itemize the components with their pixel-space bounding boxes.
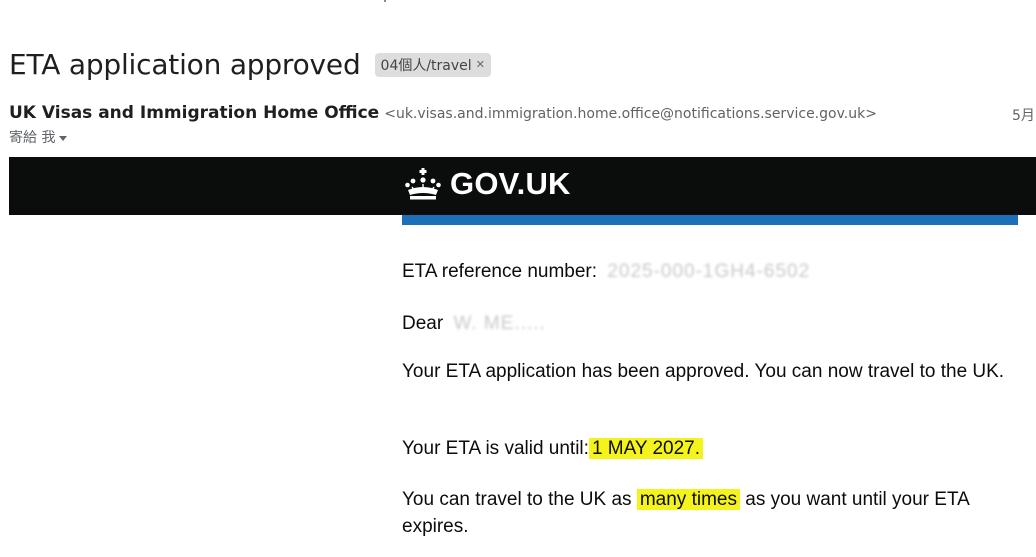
recipient-details-toggle[interactable]: 寄給 我 — [9, 127, 68, 147]
validity-label: Your ETA is valid until: — [402, 438, 589, 459]
chevron-down-icon[interactable] — [59, 135, 68, 141]
greeting-paragraph: Dear W. ME..... — [402, 310, 546, 337]
recipient-name-redacted: W. ME..... — [453, 313, 546, 334]
validity-paragraph: Your ETA is valid until: 1 MAY 2027. — [402, 435, 704, 462]
reference-value-redacted: 2025-000-1GH4-6502 — [607, 261, 811, 282]
sender-row: UK Visas and Immigration Home Office <uk… — [9, 103, 877, 123]
subject-row: ETA application approved 04個人/travel ✕ — [9, 48, 491, 81]
sender-email: <uk.visas.and.immigration.home.office@no… — [384, 106, 877, 122]
reference-label: ETA reference number: — [402, 261, 598, 282]
label-chip[interactable]: 04個人/travel ✕ — [374, 52, 491, 77]
travel-times-pre: You can travel to the UK as — [402, 489, 637, 510]
approved-paragraph: Your ETA application has been approved. … — [402, 361, 1005, 382]
reference-paragraph: ETA reference number: 2025-000-1GH4-6502 — [402, 258, 810, 285]
greeting-text: Dear — [402, 313, 444, 334]
email-subject: ETA application approved — [9, 48, 361, 81]
email-date: 5月 — [1012, 108, 1035, 124]
recipient-text: 寄給 我 — [9, 130, 56, 146]
gov-logo[interactable]: GOV.UK — [404, 166, 571, 202]
sender-name[interactable]: UK Visas and Immigration Home Office — [9, 103, 379, 123]
travel-times-paragraph: You can travel to the UK as many times a… — [402, 486, 1012, 540]
remove-label-icon[interactable]: ✕ — [476, 58, 485, 71]
label-text: 04個人/travel — [380, 57, 472, 74]
validity-date-highlight: 1 MAY 2027. — [588, 438, 704, 459]
crown-icon — [405, 168, 441, 200]
gov-logo-text: GOV.UK — [450, 166, 571, 201]
travel-times-highlight: many times — [636, 489, 740, 510]
decorative-dot — [384, 0, 386, 2]
blue-accent-stripe — [402, 215, 1018, 225]
